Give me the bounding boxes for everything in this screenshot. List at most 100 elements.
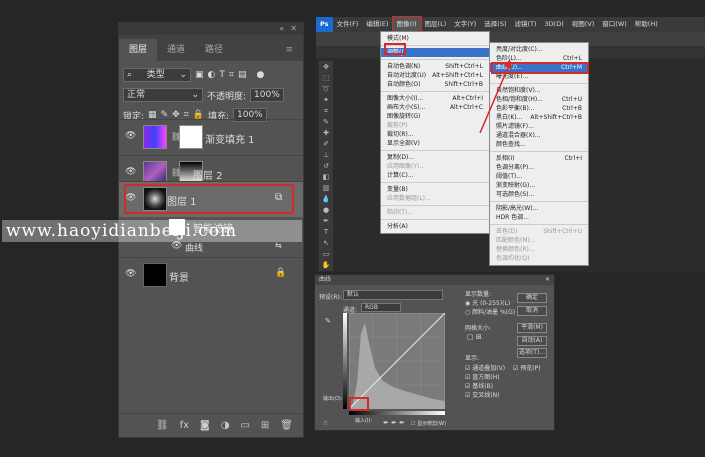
- filter-adjustment-icon[interactable]: ◐: [208, 70, 216, 80]
- trash-icon[interactable]: 🗑: [280, 420, 293, 431]
- menu-view[interactable]: 视图(V): [568, 17, 599, 32]
- tab-layers[interactable]: 图层: [119, 39, 158, 61]
- dodge-tool-icon[interactable]: ●: [321, 206, 331, 215]
- pen-tool-icon[interactable]: ✒: [321, 217, 331, 226]
- filter-options-icon[interactable]: ⇆: [275, 241, 282, 250]
- eyedropper-tool-icon[interactable]: ✎: [321, 118, 331, 127]
- hand-tool-icon[interactable]: ✋: [321, 261, 331, 270]
- image-menu-item[interactable]: 图像旋转(G): [381, 112, 489, 121]
- adjust-menu-item[interactable]: 去色(D) Shift+Ctrl+U: [490, 227, 588, 236]
- preset-select[interactable]: 默认: [343, 290, 443, 300]
- adjust-menu-item[interactable]: HDR 色调...: [490, 213, 588, 222]
- eraser-tool-icon[interactable]: ◧: [321, 173, 331, 182]
- grid-simple-icon[interactable]: ▢ ⊞: [467, 333, 482, 341]
- menu-type[interactable]: 文字(Y): [450, 17, 480, 32]
- visibility-eye-icon[interactable]: 👁: [125, 131, 136, 141]
- path-select-icon[interactable]: ↖: [321, 239, 331, 248]
- image-menu-item[interactable]: 分析(A): [381, 222, 489, 231]
- hand-adjust-icon[interactable]: ☝: [323, 419, 327, 427]
- image-menu-item[interactable]: 显示全部(V): [381, 139, 489, 148]
- type-tool-icon[interactable]: T: [321, 228, 331, 237]
- eyedropper-white-icon[interactable]: ✒: [399, 419, 405, 427]
- marquee-tool-icon[interactable]: ⬚: [321, 74, 331, 83]
- curve-graph[interactable]: [349, 313, 445, 409]
- intersection-checkbox[interactable]: ☑ 交叉线(N): [465, 390, 499, 399]
- blur-tool-icon[interactable]: 💧: [321, 195, 331, 204]
- image-menu-item[interactable]: 图像大小(I)... Alt+Ctrl+I: [381, 94, 489, 103]
- adjust-menu-item[interactable]: 渐变映射(G)...: [490, 181, 588, 190]
- adjust-menu-item[interactable]: 反相(I) Ctrl+I: [490, 154, 588, 163]
- image-menu-item[interactable]: 模式(M): [381, 34, 489, 43]
- blend-mode-select[interactable]: 正常 ⌄: [123, 88, 203, 102]
- image-menu-item[interactable]: 变量(B): [381, 185, 489, 194]
- adjust-menu-item[interactable]: 匹配颜色(M)...: [490, 236, 588, 245]
- stamp-tool-icon[interactable]: ⊥: [321, 151, 331, 160]
- menu-file[interactable]: 文件(F): [333, 17, 363, 32]
- menu-edit[interactable]: 编辑(E): [362, 17, 392, 32]
- adjust-menu-item[interactable]: 色调均化(Q): [490, 254, 588, 263]
- filter-shape-icon[interactable]: ⌗: [229, 70, 234, 80]
- close-icon[interactable]: ✕: [545, 275, 550, 285]
- edit-points-icon[interactable]: ✎: [325, 317, 331, 325]
- tab-paths[interactable]: 路径: [195, 39, 233, 61]
- adjust-menu-item[interactable]: 可选颜色(S)...: [490, 190, 588, 199]
- adjust-menu-item[interactable]: 颜色查找...: [490, 140, 588, 149]
- visibility-eye-icon[interactable]: 👁: [125, 269, 136, 279]
- new-layer-icon[interactable]: ⊞: [261, 420, 269, 431]
- eyedropper-gray-icon[interactable]: ✒: [391, 419, 397, 427]
- menu-window[interactable]: 窗口(W): [598, 17, 631, 32]
- shape-tool-icon[interactable]: ▭: [321, 250, 331, 259]
- filter-toggle-icon[interactable]: ●: [256, 70, 264, 80]
- image-menu-item[interactable]: 自动对比度(U) Alt+Shift+Ctrl+L: [381, 71, 489, 80]
- eyedropper-black-icon[interactable]: ✒: [383, 419, 389, 427]
- adjustment-layer-icon[interactable]: ◑: [221, 420, 230, 431]
- smooth-button[interactable]: 平滑(M): [517, 323, 547, 333]
- preview-checkbox[interactable]: ☑ 预览(P): [513, 363, 541, 372]
- show-clipping-checkbox[interactable]: ☐ 显示修剪(W): [411, 420, 446, 427]
- layer-row-layer1-selected[interactable]: 👁 图层 1 ⧉: [119, 181, 303, 217]
- visibility-eye-icon[interactable]: 👁: [125, 167, 136, 177]
- image-menu-item[interactable]: 复制(D)...: [381, 153, 489, 162]
- pigment-radio[interactable]: ○ 颜料/油墨 %(G): [465, 307, 515, 316]
- menu-help[interactable]: 帮助(H): [631, 17, 662, 32]
- baseline-checkbox[interactable]: ☑ 基线(B): [465, 381, 493, 390]
- crop-tool-icon[interactable]: ⌗: [321, 107, 331, 116]
- image-menu-item[interactable]: 自动颜色(O) Shift+Ctrl+B: [381, 80, 489, 89]
- image-menu-item[interactable]: 裁切(R)...: [381, 130, 489, 139]
- link-layers-icon[interactable]: ⛓: [156, 420, 169, 431]
- image-menu-item[interactable]: 自动色调(N) Shift+Ctrl+L: [381, 62, 489, 71]
- filter-pixel-icon[interactable]: ▣: [195, 70, 204, 80]
- adjust-menu-item[interactable]: 阈值(T)...: [490, 172, 588, 181]
- move-tool-icon[interactable]: ✥: [321, 63, 331, 72]
- auto-button[interactable]: 自动(A): [517, 336, 547, 346]
- kind-filter-select[interactable]: ⌕ 类型 ⌄: [123, 68, 191, 82]
- menu-select[interactable]: 选择(S): [480, 17, 510, 32]
- layer-row-gradient-fill[interactable]: 👁 ⛓ 渐变填充 1: [119, 119, 303, 155]
- gradient-tool-icon[interactable]: ▥: [321, 184, 331, 193]
- channel-select[interactable]: RGB: [361, 303, 401, 312]
- adjust-menu-item[interactable]: 替换颜色(R)...: [490, 245, 588, 254]
- menu-3d[interactable]: 3D(D): [541, 17, 568, 32]
- brush-tool-icon[interactable]: ✐: [321, 140, 331, 149]
- light-radio[interactable]: ◉ 光 (0-255)(L): [465, 298, 510, 307]
- image-menu-item[interactable]: 计算(C)...: [381, 171, 489, 180]
- healing-tool-icon[interactable]: ✚: [321, 129, 331, 138]
- menu-layer[interactable]: 图层(L): [421, 17, 451, 32]
- tab-channels[interactable]: 通道: [157, 39, 195, 61]
- menu-image[interactable]: 图像(I): [391, 16, 422, 33]
- close-icon[interactable]: ✕: [290, 23, 297, 35]
- image-menu-item[interactable]: 应用数据组(L)...: [381, 194, 489, 203]
- menu-filter[interactable]: 滤镜(T): [510, 17, 540, 32]
- visibility-eye-icon[interactable]: 👁: [171, 241, 182, 251]
- adjust-menu-item[interactable]: 色调分离(P)...: [490, 163, 588, 172]
- channel-overlay-checkbox[interactable]: ☑ 通道叠加(V): [465, 363, 505, 372]
- add-mask-icon[interactable]: ◙: [200, 420, 210, 431]
- new-group-icon[interactable]: ▭: [240, 420, 249, 431]
- adjust-menu-item[interactable]: 亮度/对比度(C)...: [490, 45, 588, 54]
- fx-icon[interactable]: fx: [180, 420, 189, 431]
- filter-smart-icon[interactable]: ▤: [238, 70, 247, 80]
- collapse-icon[interactable]: «: [279, 23, 284, 35]
- opacity-input[interactable]: 100%: [250, 88, 284, 102]
- image-menu-item[interactable]: 裁剪(P): [381, 121, 489, 130]
- options-button[interactable]: 选项(T)...: [517, 348, 547, 358]
